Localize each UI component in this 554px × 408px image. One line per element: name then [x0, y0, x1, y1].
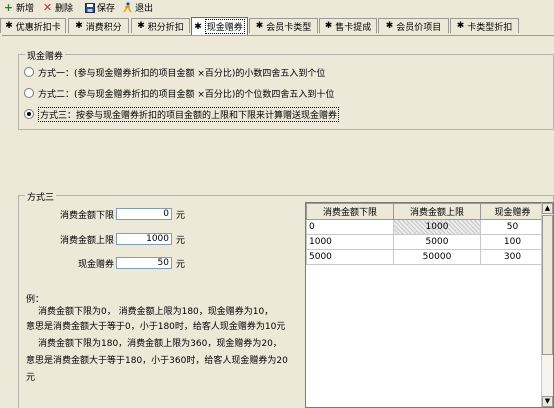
tab-label: 消费积分 — [85, 22, 122, 33]
scroll-up-icon[interactable]: ▲ — [542, 203, 553, 214]
option-method-1[interactable]: 方式一：(参与现金赠券折扣的项目金额 ×百分比)的小数四舍五入到个位 — [24, 65, 325, 79]
tab-label: 卡类型折扣 — [467, 22, 513, 33]
table-cell[interactable]: 5000 — [393, 234, 481, 250]
table-cell[interactable]: 0 — [306, 219, 394, 235]
column-header[interactable]: 消费金额下限 — [306, 203, 394, 220]
tab-label: 会员卡类型 — [266, 22, 312, 33]
toolbar: + 新增 ✕ 删除 保存 退出 — [0, 0, 554, 16]
example-line: 例： — [26, 295, 45, 305]
example-text: 例： 消费金额下限为0， 消费金额上限为180，现金赠券为10， 意思是消费金额… — [26, 294, 296, 387]
table-cell[interactable]: 50000 — [393, 249, 481, 265]
tab-discount-card[interactable]: ✱ 优惠折扣卡 — [0, 18, 66, 33]
option-method-2[interactable]: 方式二：(参与现金赠券折扣的项目金额 ×百分比)的个位数四舍五入到十位 — [24, 86, 334, 100]
delete-x-icon: ✕ — [42, 1, 53, 14]
table-row[interactable]: 1000 5000 100 — [306, 234, 545, 250]
unit-label: 元 — [176, 210, 186, 221]
table-cell[interactable]: 50 — [480, 219, 545, 235]
max-amount-input[interactable]: 1000 — [116, 233, 172, 245]
tab-cash-coupon[interactable]: ✱ 现金赠券 — [191, 17, 248, 35]
table-row[interactable]: 0 1000 50 — [306, 219, 545, 235]
radio-button[interactable] — [24, 67, 34, 77]
exit-label: 退出 — [135, 4, 154, 14]
save-button[interactable]: 保存 — [84, 1, 115, 14]
example-line: 元 — [26, 373, 36, 383]
tab-label: 会员价项目 — [396, 22, 442, 33]
option-method-3[interactable]: 方式三：按参与现金赠券折扣的项目金额的上限和下限来计算赠送现金赠券 — [24, 106, 340, 122]
tab-bar: ✱ 优惠折扣卡 ✱ 消费积分 ✱ 积分折扣 ✱ 现金赠券 ✱ 会员卡类型 ✱ 售… — [0, 17, 554, 35]
tab-points[interactable]: ✱ 消费积分 — [68, 18, 129, 33]
new-label: 新增 — [16, 4, 35, 14]
tab-label: 现金赠券 — [204, 19, 245, 34]
coupon-rule-table: 消费金额下限 消费金额上限 现金赠券 0 1000 50 1000 5000 1… — [306, 203, 545, 265]
radio-button[interactable] — [24, 88, 34, 98]
table-cell-selected[interactable]: 1000 — [393, 219, 481, 235]
option-label: 方式三：按参与现金赠券折扣的项目金额的上限和下限来计算赠送现金赠券 — [38, 106, 340, 122]
example-line: 意思是消费金额大于等于0，小于180时，给客人现金赠券为10元 — [26, 322, 286, 332]
exit-runner-icon — [122, 2, 133, 13]
option-label: 方式二：(参与现金赠券折扣的项目金额 ×百分比)的个位数四舍五入到十位 — [38, 89, 335, 100]
save-label: 保存 — [97, 4, 116, 14]
radio-button-selected[interactable] — [24, 109, 34, 119]
example-line: 意思是消费金额大于等于180，小于360时，给客人现金赠券为20 — [26, 356, 288, 366]
plus-icon: + — [3, 1, 14, 14]
group-title: 方式三 — [25, 190, 57, 203]
table-cell[interactable]: 100 — [480, 234, 545, 250]
scroll-thumb[interactable] — [542, 215, 553, 355]
coupon-amount-label: 现金赠券 — [77, 259, 114, 270]
coupon-amount-input[interactable]: 50 — [116, 257, 172, 269]
tab-label: 优惠折扣卡 — [15, 22, 61, 33]
unit-label: 元 — [176, 235, 186, 246]
new-button[interactable]: + 新增 — [3, 1, 34, 14]
floppy-disk-icon — [84, 2, 95, 13]
coupon-amount-row: 现金赠券 50 元 — [32, 256, 185, 270]
tab-member-price-items[interactable]: ✱ 会员价项目 — [378, 18, 449, 33]
unit-label: 元 — [176, 259, 186, 270]
exit-button[interactable]: 退出 — [122, 1, 153, 14]
option-label: 方式一：(参与现金赠券折扣的项目金额 ×百分比)的小数四舍五入到个位 — [38, 68, 326, 79]
min-amount-label: 消费金额下限 — [59, 210, 114, 221]
table-cell[interactable]: 1000 — [306, 234, 394, 250]
coupon-rule-grid[interactable]: 消费金额下限 消费金额上限 现金赠券 0 1000 50 1000 5000 1… — [305, 202, 554, 408]
tab-label: 售卡提成 — [335, 22, 372, 33]
tab-label: 积分折扣 — [147, 22, 184, 33]
column-header[interactable]: 现金赠券 — [480, 203, 545, 220]
table-cell[interactable]: 5000 — [306, 249, 394, 265]
scroll-down-icon[interactable]: ▼ — [542, 396, 553, 407]
column-header[interactable]: 消费金额上限 — [393, 203, 481, 220]
min-amount-row: 消费金额下限 0 元 — [32, 207, 185, 221]
max-amount-row: 消费金额上限 1000 元 — [32, 232, 185, 246]
delete-button[interactable]: ✕ 删除 — [42, 1, 73, 14]
table-cell[interactable]: 300 — [480, 249, 545, 265]
tab-content: 现金赠券 方式一：(参与现金赠券折扣的项目金额 ×百分比)的小数四舍五入到个位 … — [2, 35, 554, 408]
tab-card-type-discount[interactable]: ✱ 卡类型折扣 — [450, 18, 519, 33]
tab-points-discount[interactable]: ✱ 积分折扣 — [131, 18, 190, 33]
group-title: 现金赠券 — [25, 49, 66, 62]
example-line: 消费金额下限为180，消费金额上限为360，现金赠券为20， — [38, 339, 282, 349]
tab-card-commission[interactable]: ✱ 售卡提成 — [319, 18, 377, 33]
cash-coupon-group: 现金赠券 方式一：(参与现金赠券折扣的项目金额 ×百分比)的小数四舍五入到个位 … — [18, 49, 554, 130]
table-row[interactable]: 5000 50000 300 — [306, 249, 545, 265]
tab-member-card-type[interactable]: ✱ 会员卡类型 — [249, 18, 318, 33]
min-amount-input[interactable]: 0 — [116, 208, 172, 220]
vertical-scrollbar[interactable]: ▲ ▼ — [541, 203, 553, 407]
example-line: 消费金额下限为0， 消费金额上限为180，现金赠券为10， — [38, 307, 274, 317]
max-amount-label: 消费金额上限 — [59, 235, 114, 246]
delete-label: 删除 — [55, 4, 74, 14]
